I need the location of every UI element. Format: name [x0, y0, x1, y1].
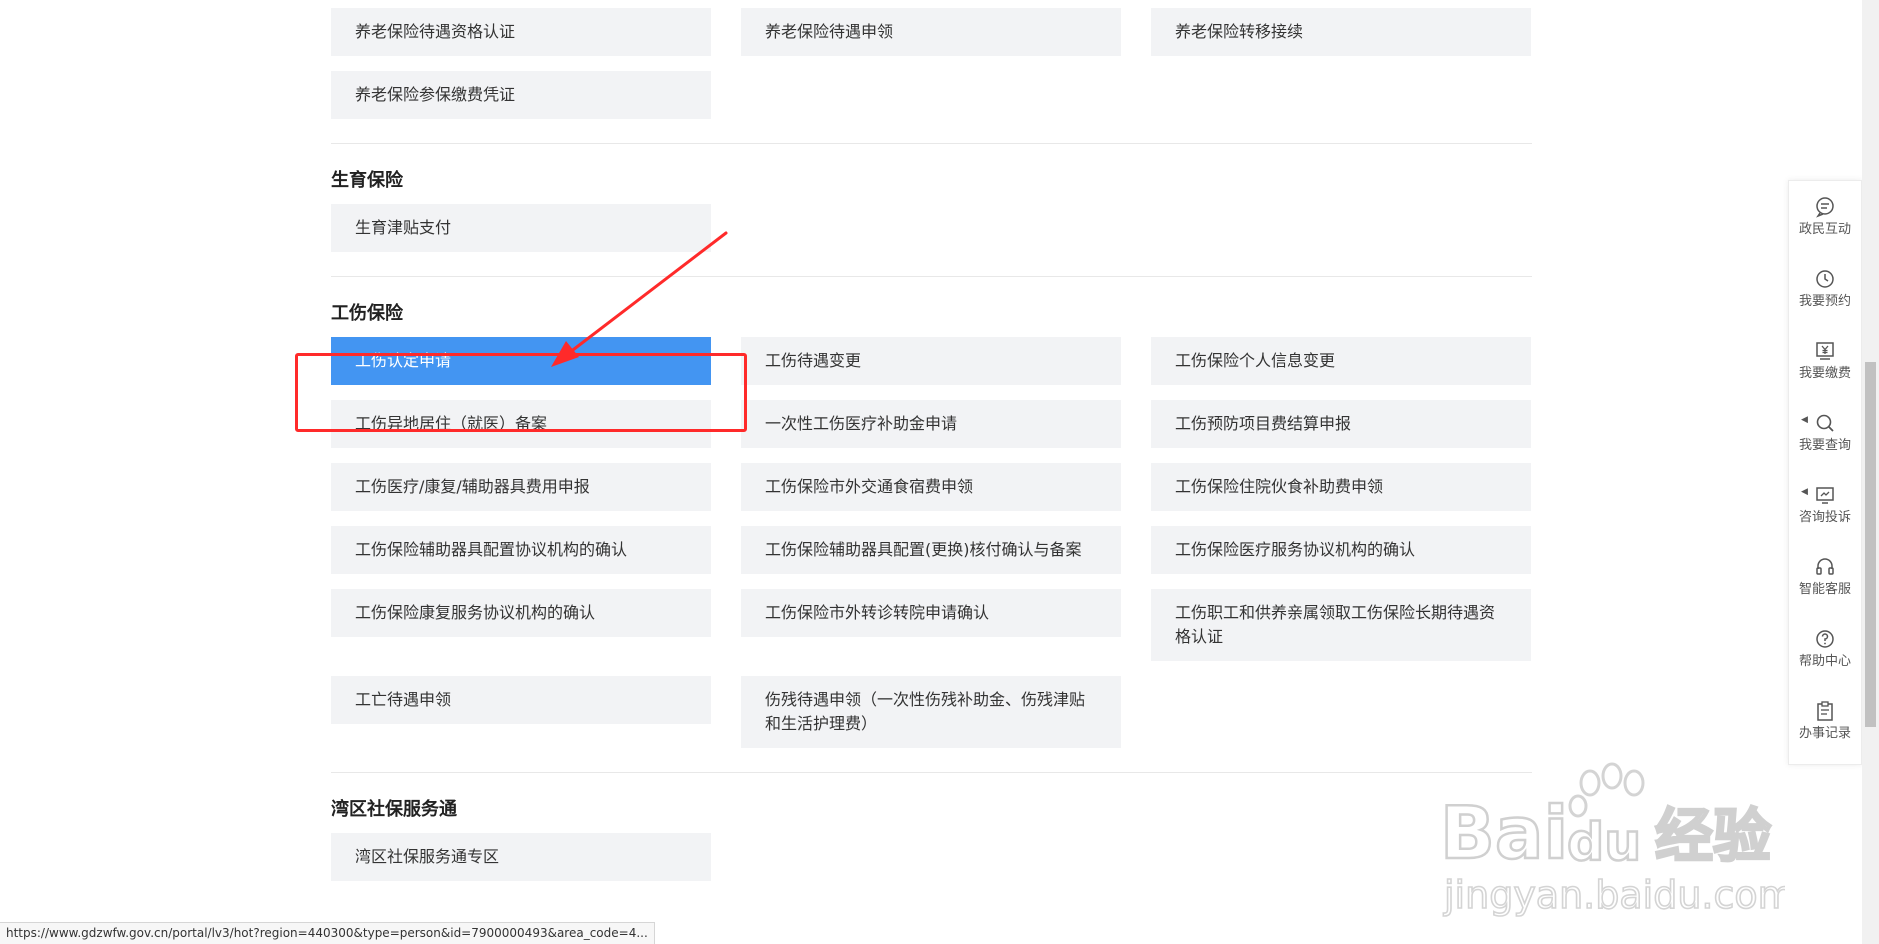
section-title-bay: 湾区社保服务通 — [331, 799, 457, 820]
search-icon — [1816, 414, 1834, 432]
section-injury: 工伤保险 工伤认定申请 工伤待遇变更 工伤保险个人信息变更 工伤异地居住（就医）… — [331, 299, 1532, 773]
service-list: 养老保险待遇资格认证 养老保险待遇申领 养老保险转移接续 养老保险参保缴费凭证 … — [331, 0, 1532, 881]
section-bay: 湾区社保服务通 湾区社保服务通专区 — [331, 795, 1532, 881]
grid-injury: 工伤认定申请 工伤待遇变更 工伤保险个人信息变更 工伤异地居住（就医）备案 一次… — [331, 337, 1532, 748]
service-item[interactable]: 养老保险待遇申领 — [741, 8, 1121, 56]
service-item[interactable]: 工伤保险个人信息变更 — [1151, 337, 1531, 385]
section-divider — [331, 772, 1532, 773]
help-icon — [1816, 630, 1834, 648]
service-item[interactable]: 养老保险参保缴费凭证 — [331, 71, 711, 119]
section-title-injury: 工伤保险 — [331, 303, 403, 324]
page: 养老保险待遇资格认证 养老保险待遇申领 养老保险转移接续 养老保险参保缴费凭证 … — [0, 0, 1879, 944]
side-item-label: 帮助中心 — [1798, 654, 1851, 669]
service-item[interactable]: 工伤保险康复服务协议机构的确认 — [331, 589, 711, 637]
service-item[interactable]: 养老保险转移接续 — [1151, 8, 1531, 56]
service-item[interactable]: 工伤保险医疗服务协议机构的确认 — [1151, 526, 1531, 574]
service-item[interactable]: 工伤职工和供养亲属领取工伤保险长期待遇资格认证 — [1151, 589, 1531, 661]
side-item-payment[interactable]: 我要缴费 — [1789, 325, 1861, 397]
clock-icon — [1816, 270, 1834, 288]
service-item[interactable]: 养老保险待遇资格认证 — [331, 8, 711, 56]
side-item-label: 我要查询 — [1798, 438, 1851, 453]
watermark-brand-mid: du — [1567, 813, 1641, 873]
side-item-appointment[interactable]: 我要预约 — [1789, 253, 1861, 325]
caret-left-icon: ◀ — [1801, 415, 1808, 425]
service-item[interactable]: 工伤保险住院伙食补助费申领 — [1151, 463, 1531, 511]
side-item-label: 咨询投诉 — [1798, 510, 1851, 525]
side-toolbar: 政民互动 我要预约 我要缴费 ◀ 我要查询 ◀ 咨询投诉 智能客服 帮助中心 办… — [1788, 180, 1862, 765]
grid-pension: 养老保险待遇资格认证 养老保险待遇申领 养老保险转移接续 养老保险参保缴费凭证 — [331, 8, 1532, 119]
vertical-scrollbar[interactable] — [1862, 0, 1879, 944]
grid-bay: 湾区社保服务通专区 — [331, 833, 1532, 881]
caret-left-icon: ◀ — [1801, 487, 1808, 497]
side-item-label: 智能客服 — [1798, 582, 1851, 597]
service-item[interactable]: 工伤保险辅助器具配置协议机构的确认 — [331, 526, 711, 574]
section-maternity: 生育保险 生育津贴支付 — [331, 166, 1532, 277]
section-pension: 养老保险待遇资格认证 养老保险待遇申领 养老保险转移接续 养老保险参保缴费凭证 — [331, 0, 1532, 144]
scrollbar-thumb[interactable] — [1865, 362, 1876, 727]
service-item[interactable]: 工伤预防项目费结算申报 — [1151, 400, 1531, 448]
service-item[interactable]: 伤残待遇申领（一次性伤残补助金、伤残津贴和生活护理费） — [741, 676, 1121, 748]
side-item-label: 我要缴费 — [1798, 366, 1851, 381]
section-title-maternity: 生育保险 — [331, 170, 403, 191]
chat-icon — [1816, 197, 1834, 218]
headset-icon — [1816, 558, 1834, 575]
side-item-records[interactable]: 办事记录 — [1789, 685, 1861, 757]
service-item[interactable]: 湾区社保服务通专区 — [331, 833, 711, 881]
service-item[interactable]: 工亡待遇申领 — [331, 676, 711, 724]
watermark-brand-cn: 经验 — [1655, 802, 1771, 870]
side-item-interaction[interactable]: 政民互动 — [1789, 181, 1861, 253]
status-bar-url: https://www.gdzwfw.gov.cn/portal/lv3/hot… — [0, 922, 655, 944]
monitor-icon — [1816, 487, 1834, 504]
service-item[interactable]: 工伤保险市外转诊转院申请确认 — [741, 589, 1121, 637]
service-item[interactable]: 生育津贴支付 — [331, 204, 711, 252]
side-item-label: 政民互动 — [1798, 222, 1851, 237]
section-divider — [331, 276, 1532, 277]
service-item-injury-recognition[interactable]: 工伤认定申请 — [331, 337, 711, 385]
grid-maternity: 生育津贴支付 — [331, 204, 1532, 252]
service-item[interactable]: 一次性工伤医疗补助金申请 — [741, 400, 1121, 448]
service-item[interactable]: 工伤保险市外交通食宿费申领 — [741, 463, 1121, 511]
side-item-label: 办事记录 — [1798, 726, 1851, 741]
side-item-complaint[interactable]: ◀ 咨询投诉 — [1789, 469, 1861, 541]
section-divider — [331, 143, 1532, 144]
yuan-icon — [1816, 342, 1834, 360]
side-item-help[interactable]: 帮助中心 — [1789, 613, 1861, 685]
side-item-label: 我要预约 — [1798, 294, 1851, 309]
service-item[interactable]: 工伤保险辅助器具配置(更换)核付确认与备案 — [741, 526, 1121, 574]
side-item-service[interactable]: 智能客服 — [1789, 541, 1861, 613]
service-item[interactable]: 工伤医疗/康复/辅助器具费用申报 — [331, 463, 711, 511]
side-item-query[interactable]: ◀ 我要查询 — [1789, 397, 1861, 469]
clipboard-icon — [1817, 701, 1833, 721]
service-item[interactable]: 工伤待遇变更 — [741, 337, 1121, 385]
service-item[interactable]: 工伤异地居住（就医）备案 — [331, 400, 711, 448]
